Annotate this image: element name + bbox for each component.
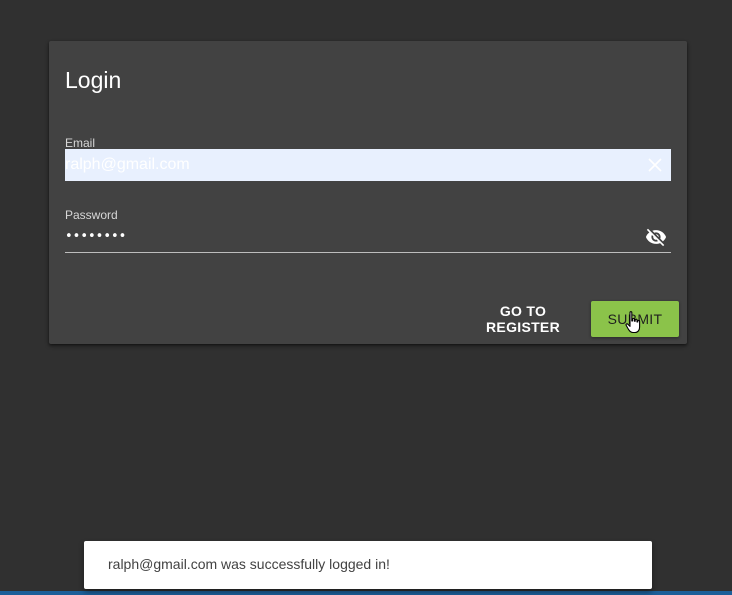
go-to-register-button[interactable]: GO TO REGISTER <box>461 301 585 337</box>
visibility-off-icon[interactable] <box>645 226 667 248</box>
submit-button[interactable]: SUBMIT <box>591 301 679 337</box>
email-label: Email <box>65 136 96 150</box>
password-label: Password <box>65 208 118 222</box>
login-card: Login Email Password GO TO REGISTER SUBM… <box>49 41 687 344</box>
snackbar-message: ralph@gmail.com was successfully logged … <box>108 556 390 572</box>
email-field[interactable] <box>65 149 635 181</box>
snackbar: ralph@gmail.com was successfully logged … <box>84 541 652 589</box>
password-field-wrapper <box>65 221 671 253</box>
page-title: Login <box>65 67 122 93</box>
taskbar-strip <box>0 591 732 595</box>
email-field-wrapper <box>65 149 671 181</box>
close-icon[interactable] <box>647 157 663 173</box>
password-field[interactable] <box>65 221 625 252</box>
